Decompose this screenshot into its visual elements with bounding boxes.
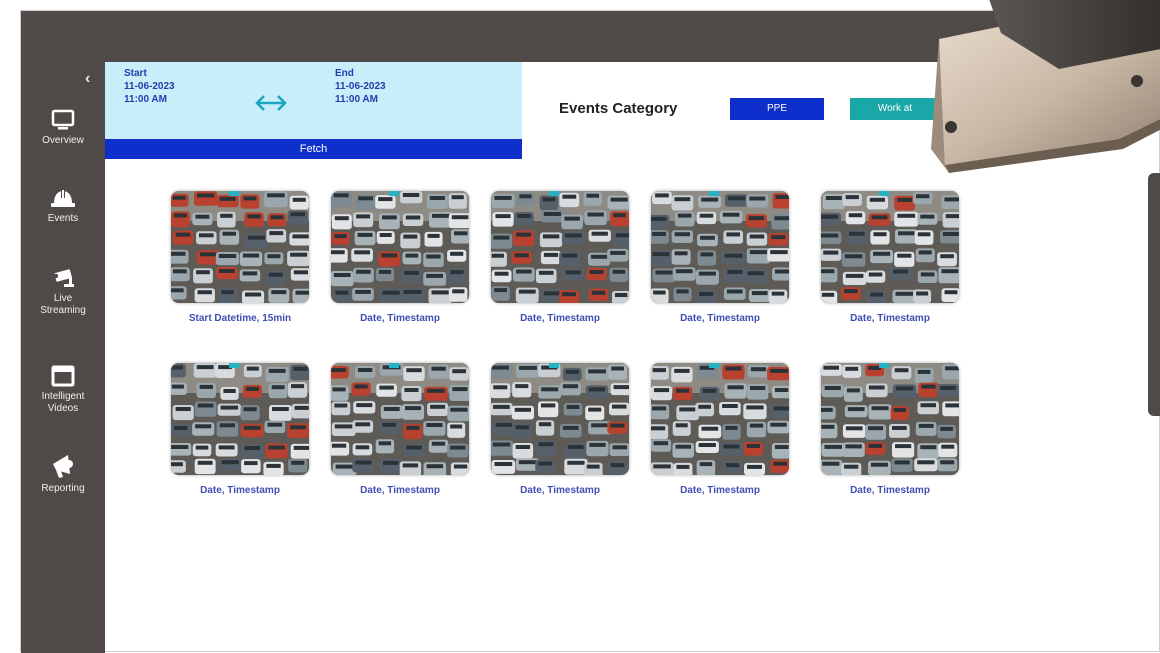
sidebar-item-label: Overview [42, 135, 84, 146]
traffic-snapshot-image [171, 191, 309, 303]
sidebar-item-intelligent-videos[interactable]: Intelligent Videos [21, 364, 105, 415]
sidebar-item-label: Reporting [41, 483, 85, 494]
traffic-snapshot-image [491, 191, 629, 303]
cctv-camera-icon [53, 269, 74, 287]
start-time[interactable]: 11:00 AM [124, 94, 167, 106]
category-chip-ppe[interactable]: PPE [730, 98, 824, 120]
hard-hat-icon [51, 189, 75, 207]
traffic-snapshot-image [821, 191, 959, 303]
thumbnail-caption: Date, Timestamp [680, 485, 760, 496]
end-label: End [335, 68, 354, 79]
fetch-button[interactable]: Fetch [105, 139, 522, 159]
sidebar-item-label: Intelligent Videos [41, 391, 85, 414]
thumbnail-caption: Date, Timestamp [680, 313, 760, 324]
sidebar-item-overview[interactable]: Overview [21, 108, 105, 147]
events-category-title: Events Category [559, 100, 678, 117]
event-thumbnail[interactable]: Date, Timestamp [651, 363, 789, 496]
sidebar: ‹ Overview Events Live Streaming Intelli… [21, 62, 105, 653]
sidebar-item-events[interactable]: Events [21, 188, 105, 225]
event-thumbnail[interactable]: Date, Timestamp [171, 363, 309, 496]
collapse-sidebar-button[interactable]: ‹ [85, 70, 90, 88]
thumbnail-caption: Date, Timestamp [200, 485, 280, 496]
sidebar-item-live-streaming[interactable]: Live Streaming [21, 266, 105, 317]
thumbnail-caption: Date, Timestamp [850, 313, 930, 324]
thumbnail-caption: Date, Timestamp [360, 485, 440, 496]
sidebar-item-label: Live Streaming [40, 293, 86, 316]
event-thumbnail[interactable]: Date, Timestamp [821, 363, 959, 496]
traffic-snapshot-image [821, 363, 959, 475]
event-thumbnail[interactable]: Date, Timestamp [821, 191, 959, 324]
traffic-snapshot-image [651, 191, 789, 303]
start-date[interactable]: 11-06-2023 [124, 81, 175, 93]
cctv-camera-illustration [931, 0, 1160, 173]
megaphone-icon [53, 455, 73, 478]
sidebar-item-reporting[interactable]: Reporting [21, 452, 105, 495]
event-thumbnail[interactable]: Date, Timestamp [491, 363, 629, 496]
thumbnail-caption: Date, Timestamp [360, 313, 440, 324]
thumbnail-caption: Start Datetime, 15min [188, 313, 292, 324]
end-date[interactable]: 11-06-2023 [335, 81, 386, 93]
folder-icon [51, 365, 75, 387]
traffic-snapshot-image [331, 363, 469, 475]
monitor-icon [51, 109, 75, 130]
swap-range-icon[interactable] [253, 92, 289, 114]
thumbnail-caption: Date, Timestamp [850, 485, 930, 496]
sidebar-item-label: Events [47, 213, 79, 224]
event-thumbnail[interactable]: Date, Timestamp [651, 191, 789, 324]
end-time[interactable]: 11:00 AM [335, 94, 378, 106]
traffic-snapshot-image [651, 363, 789, 475]
thumbnail-caption: Date, Timestamp [520, 485, 600, 496]
thumbnail-caption: Date, Timestamp [520, 313, 600, 324]
event-thumbnail[interactable]: Start Datetime, 15min [171, 191, 309, 324]
event-thumbnail[interactable]: Date, Timestamp [491, 191, 629, 324]
event-thumbnail[interactable]: Date, Timestamp [331, 363, 469, 496]
start-label: Start [124, 68, 147, 79]
traffic-snapshot-image [171, 363, 309, 475]
app-window: ‹ Overview Events Live Streaming Intelli… [20, 0, 1160, 653]
vertical-scrollbar[interactable] [1148, 173, 1160, 416]
traffic-snapshot-image [331, 191, 469, 303]
event-thumbnail[interactable]: Date, Timestamp [331, 191, 469, 324]
traffic-snapshot-image [491, 363, 629, 475]
